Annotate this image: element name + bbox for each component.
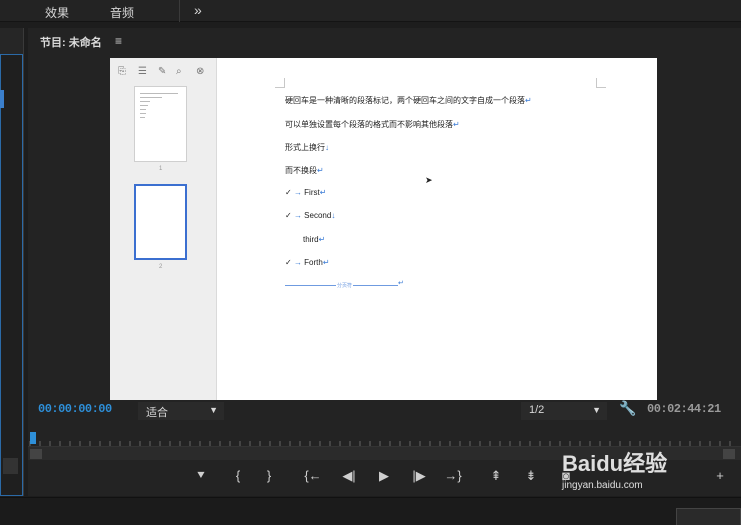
top-menu-bar: 效果 音频 »	[0, 0, 741, 22]
paragraph-mark-icon: ↵	[398, 280, 404, 287]
playhead[interactable]	[30, 432, 36, 444]
tab-effects[interactable]: 效果	[45, 4, 69, 21]
mark-in-icon[interactable]: {	[227, 468, 249, 483]
left-panel-scrollbar[interactable]	[3, 458, 18, 474]
checkmark-icon: ✓	[285, 258, 292, 267]
duration-timecode: 00:02:44:21	[647, 402, 721, 416]
fit-dropdown[interactable]: 适合 ▼	[138, 402, 224, 420]
close-icon[interactable]: ⊗	[196, 66, 204, 77]
paragraph-1: 硬回车是一种清晰的段落标记，两个硬回车之间的文字自成一个段落↵	[285, 96, 532, 105]
go-to-in-icon[interactable]: {←	[302, 468, 324, 483]
chevron-down-icon: ▼	[209, 405, 218, 415]
list-item-third: third↵	[303, 235, 326, 244]
list-icon[interactable]: ☰	[138, 66, 147, 77]
double-chevron-right-icon[interactable]: »	[194, 2, 202, 18]
list-item-first: ✓ → First↵	[285, 188, 327, 197]
checkmark-icon: ✓	[285, 211, 292, 220]
go-to-out-icon[interactable]: →}	[442, 468, 464, 483]
left-panel	[0, 28, 24, 496]
tab-divider	[179, 0, 180, 22]
page-thumbnail-1[interactable]	[134, 86, 187, 162]
wrench-settings-icon[interactable]: 🔧	[619, 400, 636, 417]
page-number-1: 1	[159, 166, 163, 172]
search-icon[interactable]: ⌕	[176, 66, 182, 77]
panel-title: 节目: 未命名	[40, 37, 102, 49]
selection-indicator	[0, 90, 4, 108]
paragraph-2: 可以单独设置每个段落的格式而不影响其他段落↵	[285, 120, 460, 129]
paragraph-4: 而不换段↵	[285, 166, 324, 175]
document-body: 硬回车是一种清晰的段落标记，两个硬回车之间的文字自成一个段落↵ 可以单独设置每个…	[285, 58, 645, 400]
mark-out-icon[interactable]: }	[258, 468, 280, 483]
video-frame: ⎘ ☰ ✎ ⌕ ⊗ 1 2 硬回车是一种清晰的段落标记，两个硬回车之间的文字自成…	[110, 58, 657, 400]
bottom-panel	[0, 497, 741, 525]
marker-icon[interactable]: ⯆	[190, 468, 212, 484]
page-number-2: 2	[159, 264, 163, 270]
current-timecode[interactable]: 00:00:00:00	[38, 402, 112, 416]
watermark-url: jingyan.baidu.com	[562, 480, 643, 491]
paragraph-3: 形式上换行↓	[285, 143, 329, 152]
margin-corner	[275, 78, 285, 88]
checkmark-icon: ✓	[285, 188, 292, 197]
tab-audio[interactable]: 音频	[110, 4, 134, 21]
play-icon[interactable]: ▶	[373, 468, 395, 484]
lift-icon[interactable]: ⇞	[485, 468, 507, 484]
page-break-label: 分页符	[336, 282, 354, 289]
chevron-down-icon: ▼	[592, 405, 601, 415]
copy-icon[interactable]: ⎘	[118, 66, 126, 77]
bottom-panel-widget[interactable]	[676, 508, 741, 525]
baidu-watermark: Baidu经验 jingyan.baidu.com	[562, 446, 667, 491]
edit-icon[interactable]: ✎	[158, 66, 166, 77]
hamburger-menu-icon[interactable]: ≡	[115, 34, 122, 48]
resolution-dropdown[interactable]: 1/2 ▼	[521, 402, 607, 420]
step-forward-icon[interactable]: |▶	[408, 468, 430, 484]
list-item-second: ✓ → Second↓	[285, 211, 336, 220]
page-thumbnail-2[interactable]	[134, 184, 187, 260]
scroll-handle-left[interactable]	[30, 449, 42, 459]
scroll-handle-right[interactable]	[723, 449, 735, 459]
program-monitor: 节目: 未命名 ≡ ⎘ ☰ ✎ ⌕ ⊗ 1 2 硬回车是一种清晰的段落标记，两个…	[28, 28, 741, 496]
extract-icon[interactable]: ⇟	[520, 468, 542, 484]
add-button-icon[interactable]: +	[709, 468, 731, 483]
document-sidebar: ⎘ ☰ ✎ ⌕ ⊗ 1 2	[110, 58, 217, 400]
list-item-forth: ✓ → Forth↵	[285, 258, 330, 267]
watermark-logo: Baidu经验	[562, 451, 668, 476]
left-panel-content	[0, 54, 23, 496]
sidebar-toolbar: ⎘ ☰ ✎ ⌕ ⊗	[118, 66, 213, 82]
step-back-icon[interactable]: ◀|	[338, 468, 360, 484]
mouse-cursor-icon: ➤	[425, 175, 433, 185]
